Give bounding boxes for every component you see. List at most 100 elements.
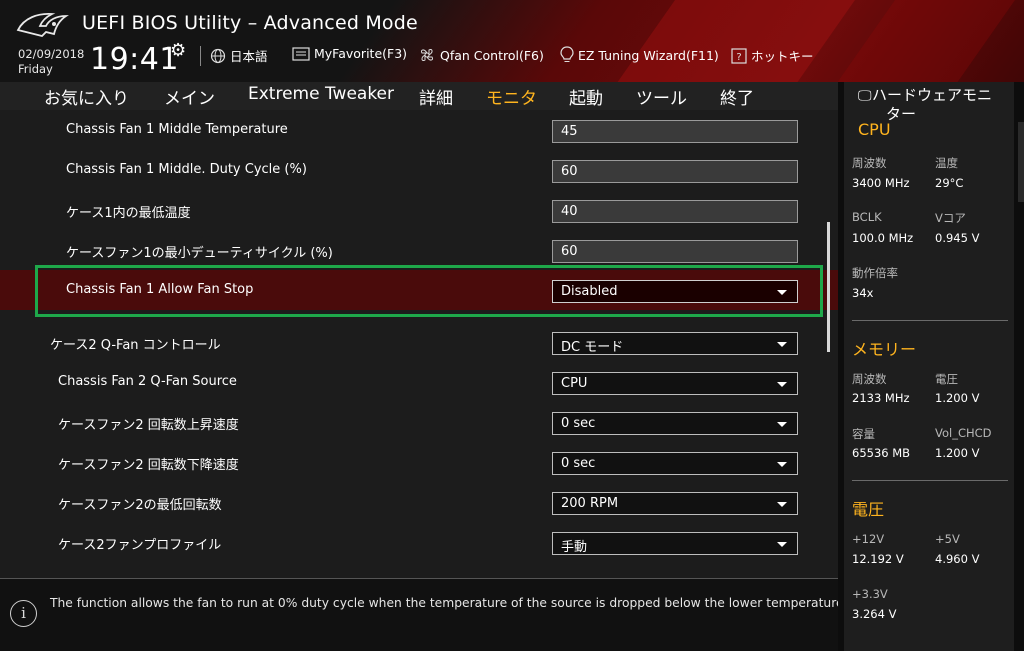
cpu-temp-label: 温度 xyxy=(935,156,958,170)
middle-temperature-input[interactable]: 45 xyxy=(552,120,798,143)
cpu-bclk-value: 100.0 MHz xyxy=(852,231,914,245)
setting-label: ケースファン2 回転数上昇速度 xyxy=(58,418,239,433)
title-bar: UEFI BIOS Utility – Advanced Mode 02/09/… xyxy=(0,0,1024,82)
mem-volt-value: 1.200 V xyxy=(935,391,980,405)
cpu-section-title: CPU xyxy=(858,120,891,139)
cpu-ratio-label: 動作倍率 xyxy=(852,266,898,280)
mem-chcd-value: 1.200 V xyxy=(935,446,980,460)
monitor-title: 🖵ハードウェアモニ ター xyxy=(858,86,992,123)
favorite-list-icon xyxy=(292,46,310,61)
mem-cap-label: 容量 xyxy=(852,427,875,441)
chevron-down-icon xyxy=(777,462,787,467)
monitor-title-line1: ハードウェアモニ xyxy=(872,86,993,104)
mem-freq-value: 2133 MHz xyxy=(852,391,910,405)
setting-row[interactable]: ケースファン2 回転数下降速度 0 sec xyxy=(0,442,838,482)
tab-favorites[interactable]: お気に入り xyxy=(44,84,129,109)
tab-monitor[interactable]: モニタ xyxy=(486,84,537,112)
setting-label: Chassis Fan 1 Allow Fan Stop xyxy=(66,282,254,297)
myfavorite-button[interactable]: MyFavorite(F3) xyxy=(292,46,407,61)
setting-row[interactable]: ケースファン1の最小デューティサイクル (%) 60 xyxy=(0,230,838,270)
minimum-duty-cycle-input[interactable]: 60 xyxy=(552,240,798,263)
time-display: 19:41 xyxy=(90,42,179,77)
setting-label: ケースファン1の最小デューティサイクル (%) xyxy=(66,246,333,261)
setting-label: Chassis Fan 2 Q-Fan Source xyxy=(58,374,237,389)
setting-row[interactable]: ケース2 Q-Fan コントロール DC モード xyxy=(0,322,838,362)
setting-label: ケース1内の最低温度 xyxy=(66,206,191,221)
setting-row[interactable]: ケース2ファンプロファイル 手動 xyxy=(0,522,838,562)
help-text: The function allows the fan to run at 0%… xyxy=(50,596,848,610)
select-value: 200 RPM xyxy=(561,496,619,511)
select-value: 0 sec xyxy=(561,416,596,431)
select-value: DC モード xyxy=(561,340,624,355)
q-fan-control-select[interactable]: DC モード xyxy=(552,332,798,355)
cpu-freq-value: 3400 MHz xyxy=(852,176,910,190)
tab-exit[interactable]: 終了 xyxy=(720,84,754,109)
chevron-down-icon xyxy=(777,342,787,347)
tab-advanced[interactable]: 詳細 xyxy=(419,84,453,109)
step-up-select[interactable]: 0 sec xyxy=(552,412,798,435)
tab-main[interactable]: メイン xyxy=(164,84,215,109)
svg-text:?: ? xyxy=(736,52,741,63)
v5-label: +5V xyxy=(935,532,960,546)
voltage-section-title: 電圧 xyxy=(852,500,885,519)
rog-logo-icon xyxy=(16,13,69,37)
hardware-monitor-panel: 🖵ハードウェアモニ ター CPU 周波数 温度 3400 MHz 29°C BC… xyxy=(838,82,1024,651)
speed-low-limit-select[interactable]: 200 RPM xyxy=(552,492,798,515)
hotkey-button[interactable]: ? ホットキー xyxy=(731,46,814,65)
language-label: 日本語 xyxy=(230,49,268,64)
v5-value: 4.960 V xyxy=(935,552,980,566)
qfan-label: Qfan Control(F6) xyxy=(440,47,544,63)
monitor-icon: 🖵 xyxy=(858,88,872,104)
middle-duty-cycle-input[interactable]: 60 xyxy=(552,160,798,183)
monitor-scroll-edge xyxy=(1018,122,1024,202)
setting-label: Chassis Fan 1 Middle Temperature xyxy=(66,122,288,137)
cpu-vcore-value: 0.945 V xyxy=(935,231,980,245)
setting-row[interactable]: ケースファン2 回転数上昇速度 0 sec xyxy=(0,402,838,442)
date-display: 02/09/2018 xyxy=(18,47,85,61)
mem-volt-label: 電圧 xyxy=(935,372,958,386)
menu-bar: お気に入り メイン Extreme Tweaker 詳細 モニタ 起動 ツール … xyxy=(0,82,838,112)
allow-fan-stop-select[interactable]: Disabled xyxy=(552,280,798,303)
fan-icon xyxy=(421,49,433,61)
setting-row[interactable]: Chassis Fan 1 Middle Temperature 45 xyxy=(0,110,838,150)
setting-row[interactable]: ケース1内の最低温度 40 xyxy=(0,190,838,230)
gear-icon[interactable]: ⚙ xyxy=(170,40,186,61)
chevron-down-icon xyxy=(777,382,787,387)
lower-temperature-input[interactable]: 40 xyxy=(552,200,798,223)
tab-boot[interactable]: 起動 xyxy=(569,84,603,109)
step-down-select[interactable]: 0 sec xyxy=(552,452,798,475)
chevron-down-icon xyxy=(777,542,787,547)
myfavorite-label: MyFavorite(F3) xyxy=(314,46,408,61)
setting-label: Chassis Fan 1 Middle. Duty Cycle (%) xyxy=(66,162,307,177)
cpu-temp-value: 29°C xyxy=(935,176,964,190)
setting-row-selected[interactable]: Chassis Fan 1 Allow Fan Stop Disabled xyxy=(0,270,838,310)
chevron-down-icon xyxy=(777,422,787,427)
ez-tuning-label: EZ Tuning Wizard(F11) xyxy=(578,47,719,63)
fan-profile-select[interactable]: 手動 xyxy=(552,532,798,555)
help-key-icon: ? xyxy=(731,47,747,64)
setting-label: ケースファン2 回転数下降速度 xyxy=(58,458,239,473)
setting-row[interactable]: Chassis Fan 1 Middle. Duty Cycle (%) 60 xyxy=(0,150,838,190)
q-fan-source-select[interactable]: CPU xyxy=(552,372,798,395)
setting-row[interactable]: ケースファン2の最低回転数 200 RPM xyxy=(0,482,838,522)
cpu-freq-label: 周波数 xyxy=(852,156,887,170)
v33-label: +3.3V xyxy=(852,587,888,601)
select-value: CPU xyxy=(561,376,588,391)
v33-value: 3.264 V xyxy=(852,607,897,621)
scrollbar[interactable] xyxy=(827,222,830,352)
help-bar: i The function allows the fan to run at … xyxy=(0,578,847,651)
hardware-monitor-body: 🖵ハードウェアモニ ター CPU 周波数 温度 3400 MHz 29°C BC… xyxy=(844,82,1014,651)
mem-freq-label: 周波数 xyxy=(852,372,887,386)
setting-label: ケース2ファンプロファイル xyxy=(58,538,222,553)
tab-tool[interactable]: ツール xyxy=(636,84,687,109)
language-button[interactable]: 日本語 xyxy=(210,46,268,65)
memory-section-title: メモリー xyxy=(852,340,917,359)
v12-value: 12.192 V xyxy=(852,552,904,566)
info-icon: i xyxy=(10,600,37,627)
ez-tuning-wizard-button[interactable]: EZ Tuning Wizard(F11) xyxy=(560,46,719,64)
setting-row[interactable]: Chassis Fan 2 Q-Fan Source CPU xyxy=(0,362,838,402)
cpu-ratio-value: 34x xyxy=(852,286,874,300)
section-divider xyxy=(852,320,1008,321)
tab-extreme-tweaker[interactable]: Extreme Tweaker xyxy=(248,84,394,104)
qfan-control-button[interactable]: Qfan Control(F6) xyxy=(418,46,544,64)
